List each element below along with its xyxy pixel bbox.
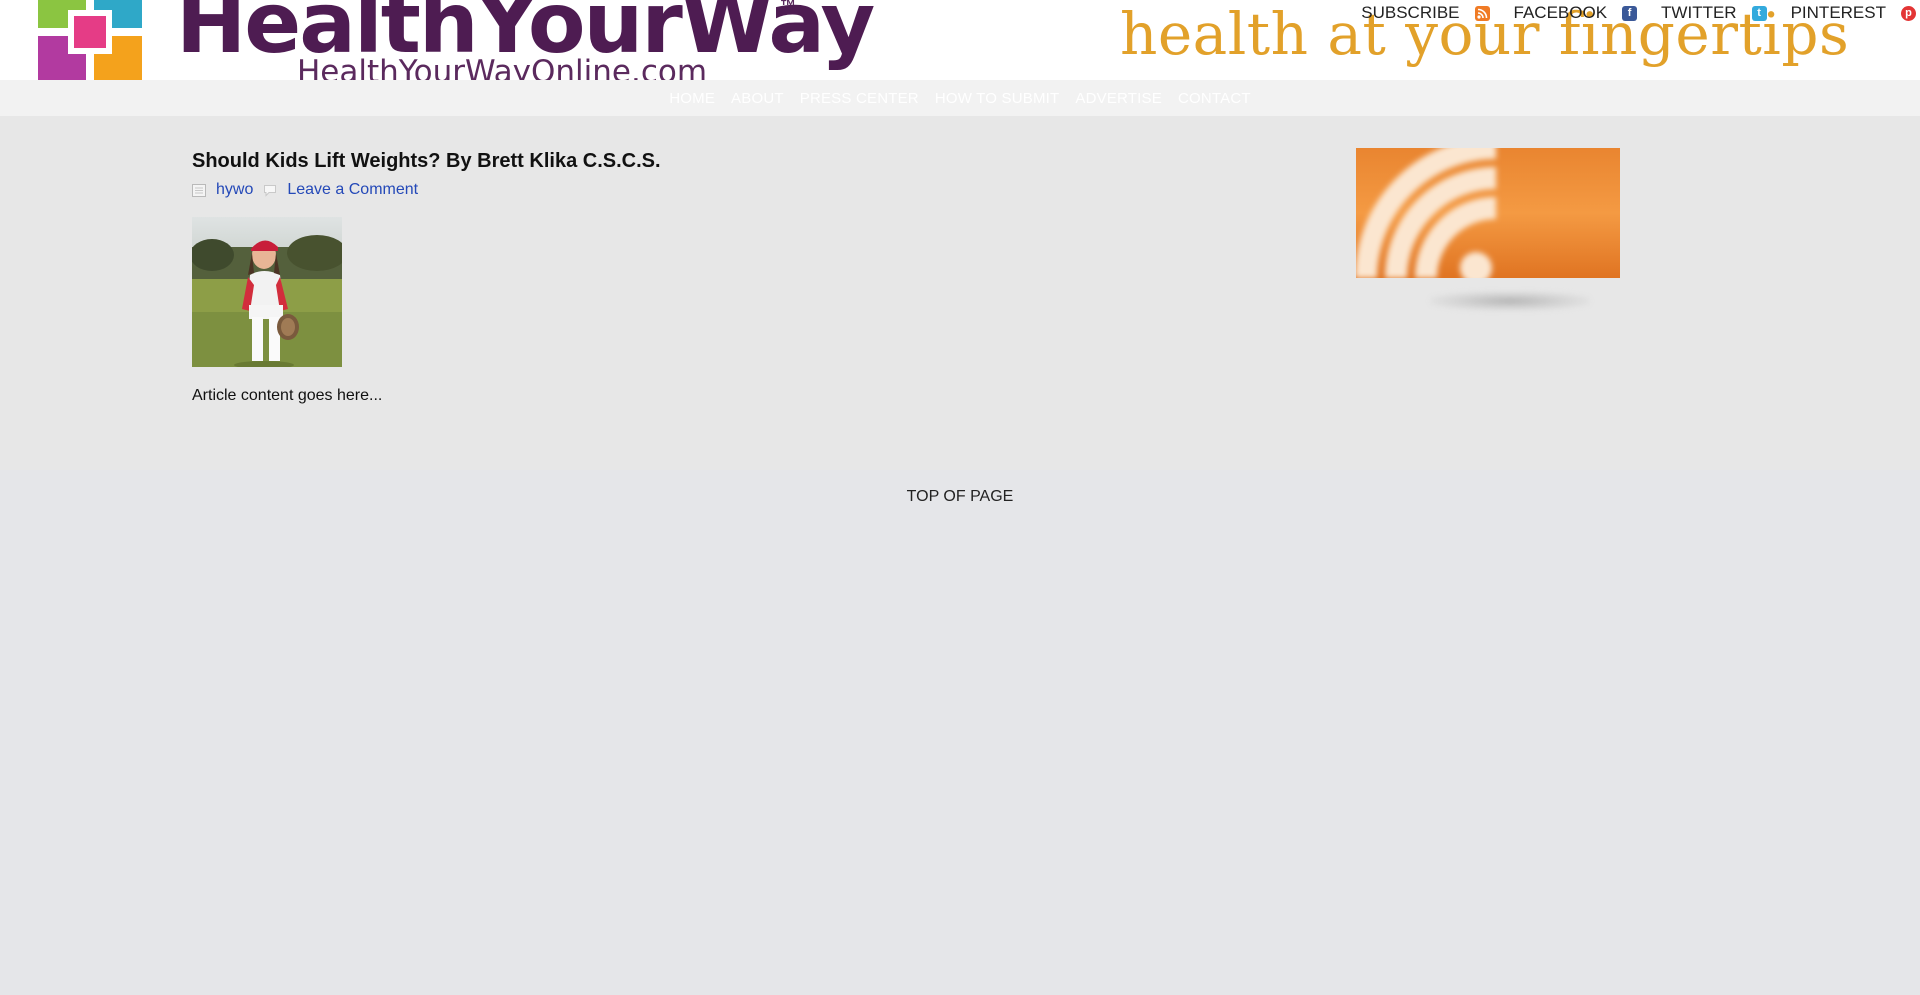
content-area: Should Kids Lift Weights? By Brett Klika… [0, 116, 1920, 470]
nav-item-about[interactable]: ABOUT [731, 90, 784, 107]
top-of-page-link[interactable]: TOP OF PAGE [0, 488, 1920, 506]
facebook-link[interactable]: FACEBOOK f [1514, 3, 1638, 23]
author-link[interactable]: hywo [216, 181, 253, 199]
facebook-icon[interactable]: f [1622, 5, 1638, 21]
nav-item-contact[interactable]: CONTACT [1178, 90, 1251, 107]
pinterest-icon[interactable]: p [1901, 5, 1916, 21]
post-title[interactable]: Should Kids Lift Weights? By Brett Klika… [192, 150, 1092, 173]
twitter-link[interactable]: TWITTER t [1661, 3, 1767, 23]
site-header: HealthYourWay ™ HealthYourWayOnline.com … [0, 0, 1920, 80]
post-thumbnail-image[interactable] [192, 217, 342, 367]
comment-icon [264, 184, 277, 197]
leave-comment-link[interactable]: Leave a Comment [287, 181, 418, 199]
subscribe-label: SUBSCRIBE [1361, 3, 1460, 22]
logo-icon[interactable] [38, 0, 146, 80]
facebook-label: FACEBOOK [1513, 3, 1608, 22]
rss-feed-icon[interactable] [1356, 148, 1620, 278]
pinterest-link[interactable]: PINTEREST p [1791, 3, 1916, 23]
twitter-label: TWITTER [1661, 3, 1737, 22]
nav-item-press-center[interactable]: PRESS CENTER [800, 90, 919, 107]
twitter-icon[interactable]: t [1751, 5, 1767, 21]
rss-widget-shadow [1430, 291, 1590, 311]
author-icon [192, 183, 206, 197]
rss-icon[interactable] [1474, 5, 1490, 21]
post-body: Article content goes here... [192, 387, 383, 404]
nav-item-home[interactable]: HOME [669, 90, 715, 107]
main-navigation: HOME ABOUT PRESS CENTER HOW TO SUBMIT AD… [0, 80, 1920, 116]
article: Should Kids Lift Weights? By Brett Klika… [192, 150, 1092, 405]
pinterest-label: PINTEREST [1790, 3, 1886, 22]
nav-item-advertise[interactable]: ADVERTISE [1075, 90, 1162, 107]
logo-url: HealthYourWayOnline.com [297, 54, 708, 80]
social-links: SUBSCRIBE FACEBOOK f TWITTER t PINTEREST… [1361, 3, 1916, 23]
subscribe-link[interactable]: SUBSCRIBE [1361, 3, 1490, 23]
nav-item-how-to-submit[interactable]: HOW TO SUBMIT [935, 90, 1060, 107]
post-meta: hywo Leave a Comment [192, 181, 1092, 199]
trademark-mark: ™ [780, 0, 796, 15]
